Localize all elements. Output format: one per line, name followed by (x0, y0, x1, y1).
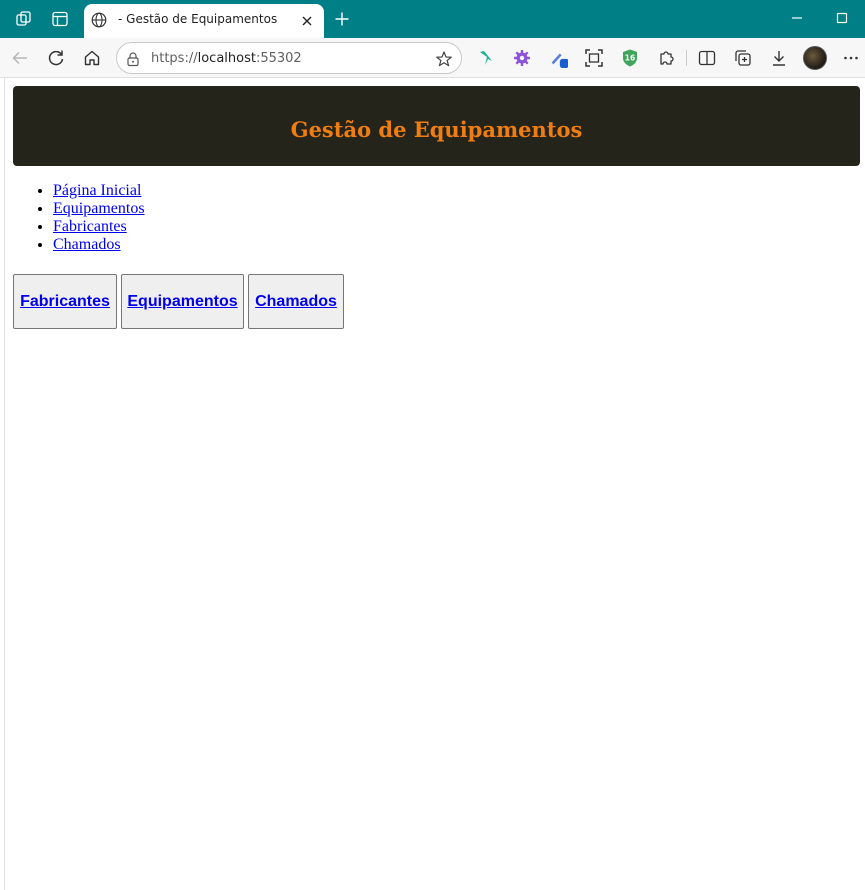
browser-tab-bar: - Gestão de Equipamentos (0, 0, 865, 38)
split-screen-icon[interactable] (697, 48, 717, 68)
fabricantes-button-link[interactable]: Fabricantes (20, 293, 110, 311)
maximize-icon[interactable] (834, 10, 850, 26)
gear-extension-icon[interactable] (512, 48, 532, 68)
url-host: localhost (197, 51, 256, 66)
equipamentos-button-link[interactable]: Equipamentos (127, 293, 237, 311)
close-icon[interactable] (300, 13, 314, 27)
new-tab-icon[interactable] (334, 11, 350, 27)
screenshot-extension-icon[interactable] (584, 48, 604, 68)
refresh-icon[interactable] (45, 47, 67, 69)
tab-title: - Gestão de Equipamentos (118, 12, 278, 26)
more-icon[interactable] (842, 49, 860, 67)
extension-icon[interactable] (656, 48, 676, 68)
favorite-star-icon[interactable] (435, 50, 453, 68)
nav-link-equipamentos[interactable]: Equipamentos (53, 200, 145, 217)
url-scheme: https:// (151, 51, 198, 66)
toolbar-divider (686, 50, 687, 66)
fabricantes-button[interactable]: Fabricantes (13, 274, 117, 329)
minimize-icon[interactable] (789, 10, 805, 26)
main-nav-list: Página Inicial Equipamentos Fabricantes … (13, 182, 145, 254)
nav-item-chamados: Chamados (53, 236, 145, 254)
url-text: https://localhost:55302 (151, 51, 302, 66)
nav-item-equipamentos: Equipamentos (53, 200, 145, 218)
address-bar[interactable]: https://localhost:55302 (116, 42, 462, 74)
header-banner: Gestão de Equipamentos (13, 86, 860, 166)
nav-link-fabricantes[interactable]: Fabricantes (53, 218, 127, 235)
home-icon[interactable] (81, 47, 103, 69)
page-title: Gestão de Equipamentos (290, 116, 583, 142)
hummingbird-extension-icon[interactable] (476, 48, 496, 68)
url-port: :55302 (255, 51, 302, 66)
chamados-button[interactable]: Chamados (248, 274, 344, 329)
lock-icon[interactable] (125, 51, 141, 67)
nav-link-chamados[interactable]: Chamados (53, 236, 121, 253)
extension-badge-count: 16 (625, 54, 635, 63)
pen-extension-icon[interactable] (548, 48, 568, 68)
equipamentos-button[interactable]: Equipamentos (121, 274, 244, 329)
globe-icon (91, 12, 107, 28)
tab-actions-icon[interactable] (51, 10, 69, 28)
nav-item-home: Página Inicial (53, 182, 145, 200)
browser-toolbar: https://localhost:55302 16 (0, 38, 865, 78)
chamados-button-link[interactable]: Chamados (255, 293, 337, 311)
nav-item-fabricantes: Fabricantes (53, 218, 145, 236)
nav-link-home[interactable]: Página Inicial (53, 182, 141, 199)
back-icon[interactable] (9, 47, 31, 69)
page-viewport: Gestão de Equipamentos Página Inicial Eq… (4, 78, 865, 890)
active-tab[interactable]: - Gestão de Equipamentos (84, 4, 324, 38)
shield-extension-icon[interactable]: 16 (620, 48, 640, 68)
profile-avatar[interactable] (803, 46, 827, 70)
downloads-icon[interactable] (769, 48, 789, 68)
workspaces-icon[interactable] (15, 10, 33, 28)
collections-icon[interactable] (733, 48, 753, 68)
